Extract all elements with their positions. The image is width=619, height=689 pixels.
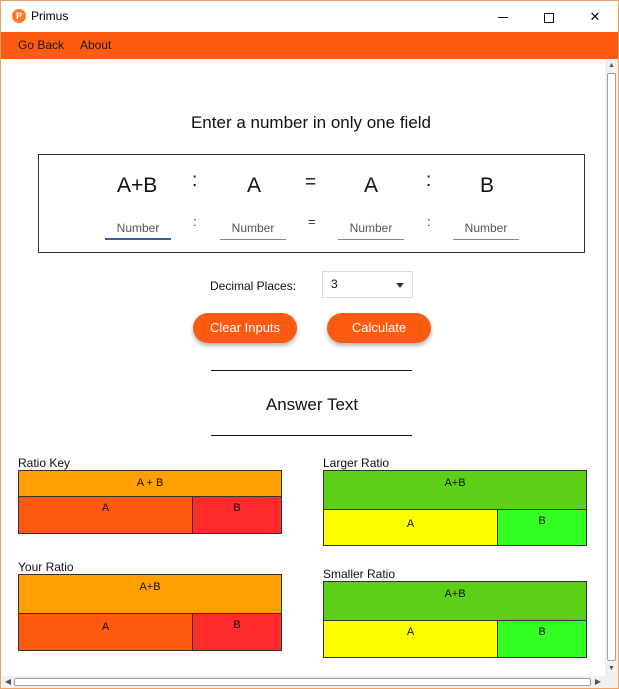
ratio-key-sum-cell: A + B xyxy=(18,470,282,497)
clear-inputs-button[interactable]: Clear Inputs xyxy=(193,313,297,343)
ratio-key-a-cell: A xyxy=(18,496,193,534)
answer-divider-bottom xyxy=(211,435,412,436)
ratio-key-title: Ratio Key xyxy=(18,456,71,470)
your-ratio-b-cell: B xyxy=(192,613,282,651)
your-ratio-sum-cell: A+B xyxy=(18,574,282,614)
menu-bar: Go Back About xyxy=(1,32,618,59)
your-ratio-title: Your Ratio xyxy=(18,560,74,574)
app-window: P Primus ✕ Go Back About Enter a number … xyxy=(0,0,619,689)
scroll-up-icon[interactable]: ▲ xyxy=(605,60,618,72)
title-bar[interactable]: P Primus ✕ xyxy=(1,1,618,32)
decimal-places-label: Decimal Places: xyxy=(210,279,297,293)
chevron-down-icon xyxy=(396,283,404,288)
larger-ratio-sum-cell: A+B xyxy=(323,470,587,510)
scroll-left-icon[interactable]: ◀ xyxy=(2,676,14,688)
decimal-places-select[interactable]: 3 xyxy=(322,271,413,298)
window-title: Primus xyxy=(31,9,69,23)
input-equals: = xyxy=(308,214,316,229)
your-ratio-a-cell: A xyxy=(18,613,193,651)
ratio-colon-2: : xyxy=(426,170,432,191)
ratio-key-diagram: A + B A B xyxy=(18,470,282,534)
larger-ratio-diagram: A+B A B xyxy=(323,470,587,546)
ratio-key-b-cell: B xyxy=(192,496,282,534)
vertical-scrollbar[interactable]: ▲ ▼ xyxy=(605,59,618,676)
main-content: Enter a number in only one field A+B : A… xyxy=(1,59,605,676)
ratio-label-a-right: A xyxy=(363,174,378,197)
horizontal-scroll-thumb[interactable] xyxy=(14,678,591,686)
scroll-right-icon[interactable]: ▶ xyxy=(592,676,604,688)
smaller-ratio-a-cell: A xyxy=(323,620,498,658)
smaller-ratio-sum-cell: A+B xyxy=(323,581,587,621)
your-ratio-diagram: A+B A B xyxy=(18,574,282,651)
horizontal-scrollbar[interactable]: ◀ ▶ xyxy=(1,676,605,688)
ratio-label-sum: A+B xyxy=(117,174,158,197)
maximize-icon xyxy=(544,12,554,23)
calculate-button[interactable]: Calculate xyxy=(327,313,431,343)
ratio-input-panel: A+B : A = A : B : = : xyxy=(38,154,585,253)
sum-input[interactable] xyxy=(105,217,171,240)
answer-divider-top xyxy=(211,370,412,371)
smaller-ratio-b-cell: B xyxy=(497,620,587,658)
vertical-scroll-thumb[interactable] xyxy=(607,73,616,661)
ratio-colon-1: : xyxy=(192,170,198,191)
instruction-text: Enter a number in only one field xyxy=(190,113,432,132)
scrollbar-corner xyxy=(605,676,618,688)
smaller-ratio-title: Smaller Ratio xyxy=(323,567,396,581)
maximize-button[interactable] xyxy=(526,1,572,32)
input-colon-2: : xyxy=(427,214,431,229)
a-left-input[interactable] xyxy=(220,217,286,240)
minimize-button[interactable] xyxy=(480,1,526,32)
input-colon-1: : xyxy=(193,214,197,229)
close-icon: ✕ xyxy=(589,9,601,24)
larger-ratio-title: Larger Ratio xyxy=(323,456,390,470)
menu-about[interactable]: About xyxy=(80,38,111,52)
ratio-label-b: B xyxy=(479,174,494,197)
answer-text: Answer Text xyxy=(265,395,359,414)
larger-ratio-b-cell: B xyxy=(497,509,587,546)
close-button[interactable]: ✕ xyxy=(572,1,618,32)
b-input[interactable] xyxy=(453,217,519,240)
ratio-label-a-left: A xyxy=(246,174,261,197)
decimal-places-value: 3 xyxy=(331,277,338,291)
menu-go-back[interactable]: Go Back xyxy=(18,38,64,52)
larger-ratio-a-cell: A xyxy=(323,509,498,546)
smaller-ratio-diagram: A+B A B xyxy=(323,581,587,658)
scroll-down-icon[interactable]: ▼ xyxy=(605,663,618,675)
minimize-icon xyxy=(498,17,508,19)
ratio-equals: = xyxy=(305,172,317,193)
app-icon: P xyxy=(12,9,26,23)
a-right-input[interactable] xyxy=(338,217,404,240)
